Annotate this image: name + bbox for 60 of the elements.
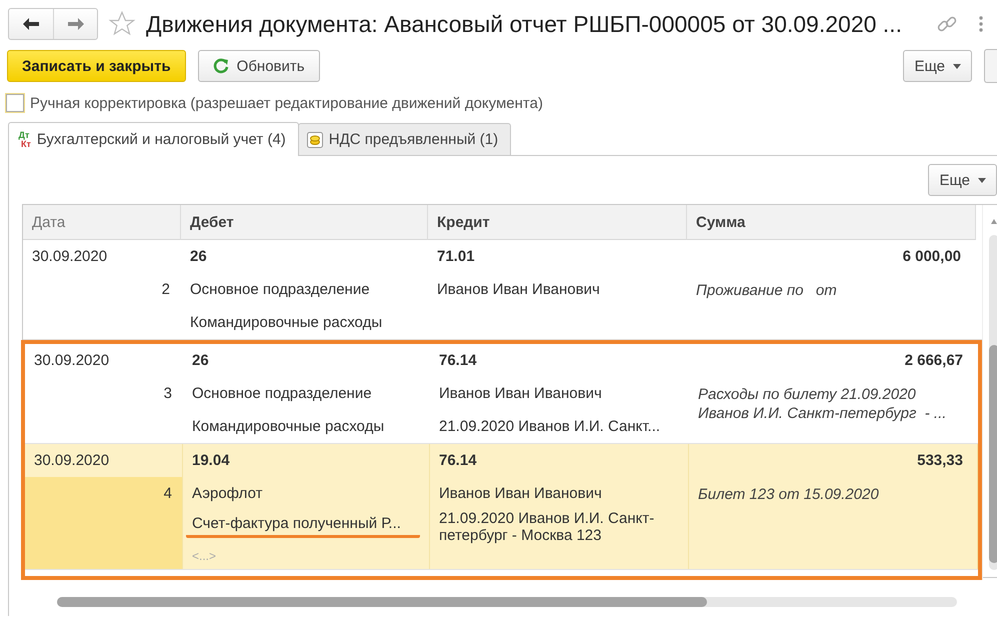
caret-icon xyxy=(953,64,961,68)
content-cell: Билет 123 от 15.09.2020 xyxy=(698,486,879,503)
column-header[interactable]: Дата xyxy=(23,205,181,240)
account-code: 19.04 xyxy=(192,452,230,469)
table-cell: Иванов Иван Иванович xyxy=(439,485,602,502)
table-cell-text: 21.09.2020 Иванов И.И. Санкт-петербург - Москва 123 xyxy=(439,510,656,544)
scrollbar-thumb[interactable] xyxy=(57,597,707,607)
scrollbar-track[interactable] xyxy=(57,597,957,607)
content-cell: Проживание по от xyxy=(696,282,837,299)
table-row[interactable]: 30.09.2020 2 26 Основное подразделение Командировочные расходы 71.01 Иванов Иван Иванович 6 000,00 Проживание по от xyxy=(23,240,982,340)
column-header[interactable]: Кредит xyxy=(428,205,687,240)
save-close-button[interactable]: Записать и закрыть xyxy=(7,50,186,82)
forward-arrow-icon xyxy=(68,18,84,30)
refresh-button[interactable]: Обновить xyxy=(198,50,320,82)
amount-cell: 533,33 xyxy=(917,452,963,469)
table-cell: Аэрофлот xyxy=(192,485,262,502)
row-number: 2 xyxy=(162,281,170,298)
back-arrow-icon xyxy=(23,18,39,30)
row-number: 3 xyxy=(164,385,172,402)
table-cell: Иванов Иван Иванович xyxy=(439,385,602,402)
content-cell: Расходы по билету 21.09.2020 Иванов И.И. Санкт-петербург - ... xyxy=(698,386,946,422)
star-icon[interactable] xyxy=(108,10,136,38)
coins-icon xyxy=(306,132,323,148)
table-cell: Основное подразделение xyxy=(192,385,372,402)
date-cell: 30.09.2020 xyxy=(34,452,110,469)
account-code: 76.14 xyxy=(439,352,477,369)
account-code: 26 xyxy=(192,352,209,369)
link-icon[interactable] xyxy=(937,14,957,34)
table-cell: Основное подразделение xyxy=(190,281,370,298)
date-cell: 30.09.2020 xyxy=(32,248,108,265)
account-code: 71.01 xyxy=(437,248,475,265)
window-title: Движения документа: Авансовый отчет РШБП-000005 от 30.09.2020 ... xyxy=(146,10,902,38)
column-header[interactable]: Дебет xyxy=(181,205,428,240)
more-button[interactable]: Еще xyxy=(928,164,997,196)
amount-cell: 6 000,00 xyxy=(902,248,961,265)
scroll-up-icon[interactable] xyxy=(991,219,997,224)
scrollbar-track[interactable] xyxy=(989,235,997,570)
refresh-icon xyxy=(212,58,229,74)
table-cell: 21.09.2020 Иванов И.И. Санкт... xyxy=(439,418,660,435)
account-code: 26 xyxy=(190,248,207,265)
more-icon[interactable] xyxy=(979,16,983,32)
table-cell: Командировочные расходы xyxy=(190,314,382,331)
debit-credit-icon: Дт Кт xyxy=(17,130,31,148)
date-cell: 30.09.2020 xyxy=(34,352,110,369)
account-code: 76.14 xyxy=(439,452,477,469)
scrollbar-thumb[interactable] xyxy=(989,345,997,563)
amount-cell: 2 666,67 xyxy=(904,352,963,369)
checkbox[interactable] xyxy=(6,94,24,112)
column-header[interactable]: Сумма xyxy=(687,205,976,240)
row-number: 4 xyxy=(164,485,172,502)
table-row[interactable]: 30.09.2020 4 19.04 Аэрофлот Счет-фактура полученный Р... <...> 76.14 Иванов Иван Иванович 21.09.2020 Иванов И.И. Санкт-петербург - Москва 123 533,33 Билет 123 от 15.09.2020 xyxy=(25,444,978,570)
tab[interactable]: НДС предъявленный (1) xyxy=(298,123,512,155)
table-cell: <...> xyxy=(192,548,216,564)
toolbar-button[interactable] xyxy=(984,49,997,83)
table-cell: Счет-фактура полученный Р... xyxy=(186,515,420,538)
table-cell: Иванов Иван Иванович xyxy=(437,281,600,298)
caret-icon xyxy=(978,178,986,182)
table-cell: Командировочные расходы xyxy=(192,418,384,435)
more-button[interactable]: Еще xyxy=(903,50,972,82)
checkbox-label: Ручная корректировка (разрешает редактирование движений документа) xyxy=(30,94,543,112)
